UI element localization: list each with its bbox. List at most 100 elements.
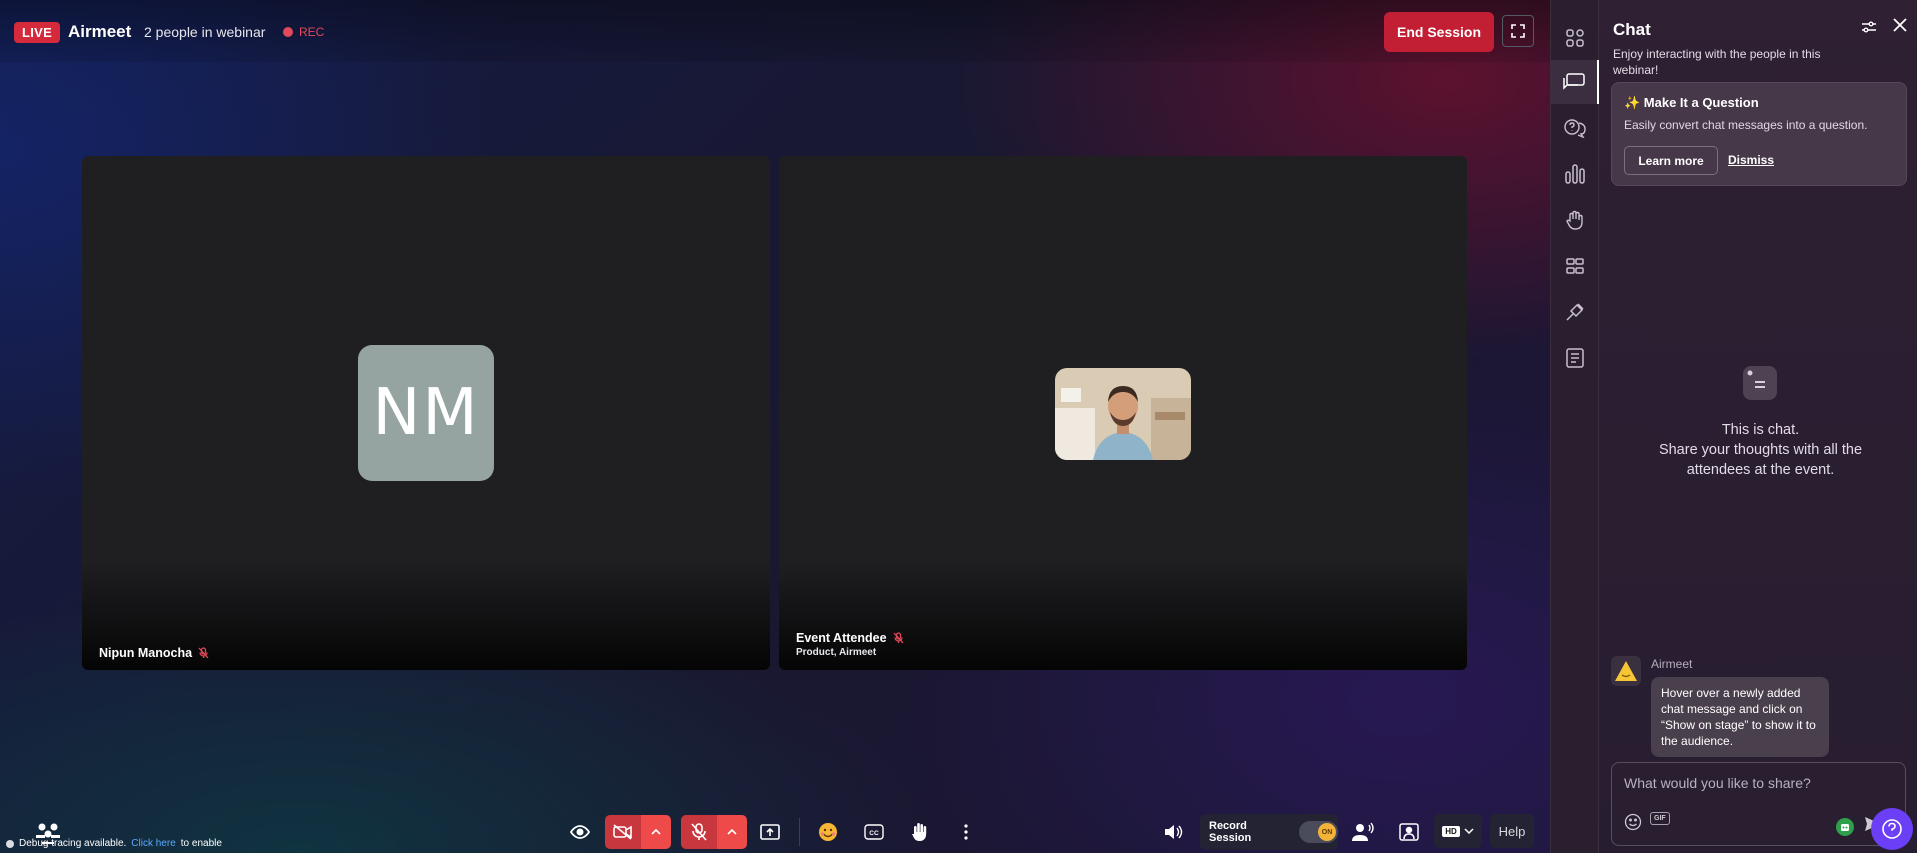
message-sender: Airmeet: [1651, 657, 1693, 671]
chat-close-button[interactable]: [1892, 17, 1908, 38]
avatar: NM: [358, 345, 494, 481]
more-options-button[interactable]: [949, 815, 983, 849]
chat-empty-icon: [1743, 366, 1777, 400]
quality-selector[interactable]: HD: [1434, 814, 1482, 848]
layout-icon: [1399, 823, 1419, 841]
empty-line-2: Share your thoughts with all the attende…: [1658, 442, 1863, 478]
share-screen-button[interactable]: [753, 815, 787, 849]
chat-title: Chat: [1613, 20, 1651, 39]
share-screen-icon: [760, 824, 780, 840]
volume-button[interactable]: [1156, 815, 1190, 849]
make-question-card: ✨ Make It a Question Easily convert chat…: [1611, 82, 1907, 186]
toolbar-divider: [799, 818, 800, 846]
camera-options-button[interactable]: [641, 815, 671, 849]
help-button[interactable]: Help: [1490, 814, 1534, 848]
chat-message[interactable]: Hover over a newly added chat message an…: [1651, 677, 1829, 757]
chat-composer: GIF: [1611, 762, 1906, 846]
participant-tile[interactable]: NM Nipun Manocha: [82, 156, 770, 670]
debug-dot-icon: [6, 839, 14, 848]
learn-more-button[interactable]: Learn more: [1624, 146, 1718, 175]
hand-icon: [912, 823, 927, 841]
chevron-up-icon: [727, 829, 737, 835]
rail-item-layouts[interactable]: [1551, 244, 1599, 288]
record-session-label: Record Session: [1209, 820, 1252, 844]
speaker-person-icon: [1352, 822, 1374, 841]
captions-button[interactable]: CC: [857, 815, 891, 849]
mic-off-icon: [691, 823, 707, 841]
raise-hand-button[interactable]: [903, 815, 937, 849]
rail-item-apps[interactable]: [1551, 16, 1599, 60]
apps-icon: [1566, 29, 1584, 47]
presenter-button[interactable]: [1346, 815, 1380, 849]
mic-toggle-button[interactable]: [681, 815, 717, 849]
fullscreen-button[interactable]: [1502, 15, 1534, 47]
rec-label: REC: [299, 25, 325, 39]
participant-subtitle: Product, Airmeet: [796, 647, 877, 658]
more-vertical-icon: [964, 824, 968, 840]
chat-empty-message: This is chat. Share your thoughts with a…: [1639, 420, 1882, 480]
participant-tile[interactable]: Event Attendee Product, Airmeet: [779, 156, 1467, 670]
end-session-button[interactable]: End Session: [1384, 12, 1494, 52]
toggle-knob: ON: [1318, 823, 1336, 841]
camera-toggle-button[interactable]: [605, 815, 641, 849]
help-fab-button[interactable]: [1871, 808, 1913, 850]
speaker-icon: [1165, 825, 1183, 839]
live-badge: LIVE: [14, 22, 61, 43]
view-button[interactable]: [563, 815, 597, 849]
chat-settings-button[interactable]: [1861, 20, 1877, 38]
participant-name: Event Attendee: [796, 631, 904, 645]
airmeet-avatar: [1611, 656, 1641, 686]
airmeet-logo-icon: [1615, 661, 1637, 681]
emoji-picker-icon[interactable]: [1624, 813, 1642, 831]
rail-item-raised-hands[interactable]: [1551, 198, 1599, 242]
rail-item-chat[interactable]: [1551, 60, 1599, 104]
reactions-button[interactable]: [811, 815, 845, 849]
empty-line-1: This is chat.: [1721, 422, 1800, 438]
close-icon: [1893, 18, 1907, 32]
poll-icon: [1565, 164, 1585, 184]
closed-captions-icon: CC: [864, 824, 884, 840]
emoji-icon: [819, 823, 837, 841]
debug-banner: Debug tracing available. Click here to e…: [6, 838, 222, 849]
hand-icon: [1566, 210, 1583, 230]
debug-enable-link[interactable]: Click here: [131, 838, 175, 849]
chat-input[interactable]: [1624, 775, 1894, 791]
rec-indicator: REC: [283, 25, 324, 39]
participant-name-text: Nipun Manocha: [99, 646, 193, 660]
rail-item-integrations[interactable]: [1551, 290, 1599, 334]
record-session-toggle[interactable]: ON: [1299, 821, 1338, 843]
grid-icon: [1566, 258, 1584, 274]
rail-item-polls[interactable]: [1551, 152, 1599, 196]
promo-title: ✨ Make It a Question: [1624, 95, 1759, 110]
promo-description: Easily convert chat messages into a ques…: [1624, 118, 1868, 132]
chat-description: Enjoy interacting with the people in thi…: [1613, 47, 1821, 77]
sliders-icon: [1862, 21, 1876, 33]
participant-photo-icon: [1055, 368, 1191, 460]
svg-text:CC: CC: [869, 830, 879, 837]
gif-button[interactable]: GIF: [1650, 812, 1670, 825]
debug-suffix: to enable: [180, 838, 222, 849]
chat-icon: [1563, 73, 1585, 90]
side-rail: [1550, 0, 1599, 853]
mic-muted-icon: [198, 647, 209, 659]
plug-icon: [1566, 303, 1584, 321]
mic-muted-icon: [893, 632, 904, 644]
bot-icon[interactable]: [1836, 818, 1854, 836]
avatar: [1055, 368, 1191, 460]
fullscreen-icon: [1511, 24, 1525, 38]
notes-icon: [1566, 348, 1584, 368]
eye-icon: [570, 825, 590, 839]
layout-button[interactable]: [1392, 815, 1426, 849]
chevron-up-icon: [651, 829, 661, 835]
rail-item-qna[interactable]: [1551, 106, 1599, 150]
question-icon: [1882, 819, 1902, 839]
chat-panel: Chat Enjoy interacting with the people i…: [1599, 0, 1917, 853]
mic-options-button[interactable]: [717, 815, 747, 849]
camera-off-icon: [613, 824, 632, 840]
rail-item-notes[interactable]: [1551, 336, 1599, 380]
record-session-control[interactable]: Record Session ON: [1200, 814, 1338, 850]
dismiss-button[interactable]: Dismiss: [1728, 153, 1774, 167]
tile-gradient: [779, 560, 1467, 670]
hd-badge: HD: [1442, 825, 1460, 837]
participant-name-text: Event Attendee: [796, 631, 887, 645]
